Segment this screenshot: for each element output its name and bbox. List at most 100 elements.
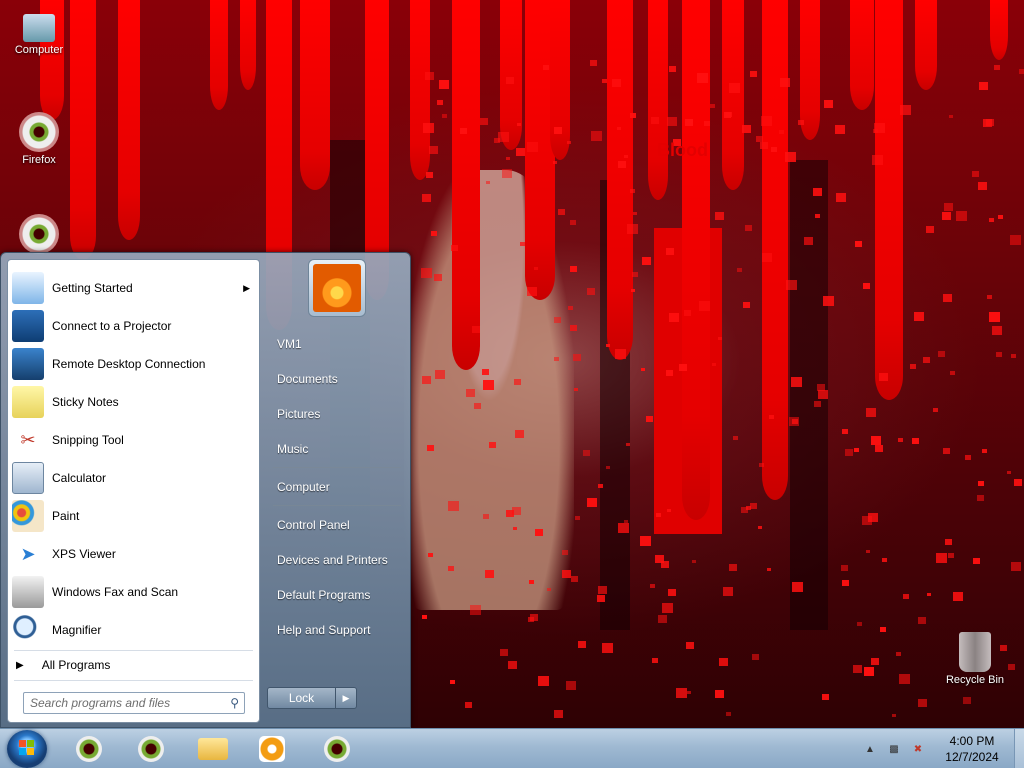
taskbar: ▲ ▩ ✖ 4:00 PM 12/7/2024 — [0, 728, 1024, 768]
clock-time: 4:00 PM — [949, 734, 995, 748]
taskbar-item-media-player[interactable] — [254, 733, 290, 765]
program-magnifier[interactable]: Magnifier — [12, 612, 256, 648]
desktop-icon-eye[interactable] — [2, 214, 76, 256]
blood-speck — [424, 71, 434, 80]
blood-speck — [657, 615, 667, 624]
volume-muted-icon[interactable]: ✖ — [909, 740, 927, 758]
blood-speck — [482, 379, 494, 390]
link-default-programs[interactable]: Default Programs — [277, 588, 370, 602]
blood-speck — [750, 503, 758, 510]
program-remote-desktop[interactable]: Remote Desktop Connection — [12, 346, 256, 382]
blood-speck — [526, 142, 538, 153]
program-calculator[interactable]: Calculator — [12, 460, 256, 496]
blood-speck — [709, 103, 715, 108]
program-fax-scan[interactable]: Windows Fax and Scan — [12, 574, 256, 610]
program-label: Getting Started — [52, 281, 133, 295]
blood-speck — [704, 121, 711, 127]
blood-drip — [500, 0, 522, 150]
taskbar-item-eye-1[interactable] — [71, 733, 107, 765]
blood-speck — [479, 118, 488, 126]
blood-speck — [577, 640, 586, 648]
blood-speck — [421, 194, 431, 203]
blood-speck — [471, 326, 480, 334]
blood-speck — [964, 455, 971, 461]
blood-speck — [759, 463, 765, 468]
clock[interactable]: 4:00 PM 12/7/2024 — [930, 733, 1014, 765]
blood-drip — [875, 0, 903, 400]
blood-speck — [717, 336, 722, 340]
blood-speck — [534, 528, 543, 536]
blood-speck — [651, 657, 658, 663]
link-user-folder[interactable]: VM1 — [277, 337, 302, 351]
blood-speck — [778, 129, 784, 134]
show-desktop-button[interactable] — [1014, 729, 1024, 768]
blood-speck — [570, 575, 578, 582]
blood-speck — [465, 702, 473, 708]
link-control-panel[interactable]: Control Panel — [277, 518, 350, 532]
user-picture-frame[interactable] — [308, 259, 366, 317]
link-music[interactable]: Music — [277, 442, 308, 456]
blood-drip — [550, 0, 570, 160]
blood-speck — [606, 343, 611, 347]
shutdown-options-arrow-icon[interactable]: ▶ — [336, 688, 356, 708]
blood-speck — [1011, 354, 1017, 359]
network-icon[interactable]: ▩ — [885, 740, 903, 758]
blood-speck — [953, 592, 964, 602]
blood-speck — [427, 552, 433, 557]
taskbar-item-eye-2[interactable] — [133, 733, 169, 765]
program-label: Connect to a Projector — [52, 319, 172, 333]
desktop-icon-label: Recycle Bin — [945, 674, 1005, 686]
start-button[interactable] — [7, 730, 47, 768]
desktop-icon-recycle-bin[interactable]: Recycle Bin — [938, 632, 1012, 686]
taskbar-item-explorer[interactable] — [195, 733, 231, 765]
blood-speck — [630, 189, 636, 194]
blood-drip — [915, 0, 937, 90]
blood-speck — [813, 401, 821, 408]
blood-speck — [516, 148, 526, 157]
blood-speck — [426, 444, 434, 451]
blood-speck — [497, 131, 509, 142]
blood-speck — [814, 213, 820, 218]
blood-speck — [817, 389, 828, 399]
blood-speck — [853, 664, 863, 673]
blood-speck — [630, 112, 637, 118]
blood-speck — [1019, 69, 1024, 75]
program-xps-viewer[interactable]: ➤ XPS Viewer — [12, 536, 256, 572]
program-snipping-tool[interactable]: ✂ Snipping Tool — [12, 422, 256, 458]
program-sticky-notes[interactable]: Sticky Notes — [12, 384, 256, 420]
blood-speck — [993, 64, 1000, 70]
blood-speck — [574, 515, 580, 520]
blood-speck — [900, 105, 912, 116]
desktop-icon-firefox[interactable]: Firefox — [2, 112, 76, 166]
fax-scan-icon — [12, 576, 44, 608]
taskbar-item-eye-3[interactable] — [319, 733, 355, 765]
link-help-support[interactable]: Help and Support — [277, 623, 370, 637]
show-hidden-icons-icon[interactable]: ▲ — [861, 740, 879, 758]
program-getting-started[interactable]: Getting Started ▶ — [12, 270, 256, 306]
blood-speck — [944, 203, 954, 212]
blood-speck — [723, 586, 734, 596]
search-icon[interactable]: ⚲ — [230, 696, 239, 710]
blood-speck — [758, 525, 763, 529]
all-programs-button[interactable]: ▶ All Programs — [16, 654, 110, 676]
blood-speck — [448, 500, 460, 511]
link-pictures[interactable]: Pictures — [277, 407, 320, 421]
blood-speck — [752, 654, 759, 661]
link-devices-printers[interactable]: Devices and Printers — [277, 553, 388, 567]
program-label: Remote Desktop Connection — [52, 357, 206, 371]
xps-viewer-icon: ➤ — [20, 543, 36, 564]
program-paint[interactable]: Paint — [12, 498, 256, 534]
blood-speck — [528, 580, 534, 585]
desktop-icon-computer[interactable]: Computer — [2, 8, 76, 56]
blood-speck — [421, 376, 431, 385]
blood-drip — [300, 0, 330, 190]
program-connect-projector[interactable]: Connect to a Projector — [12, 308, 256, 344]
link-documents[interactable]: Documents — [277, 372, 338, 386]
blood-drip — [850, 0, 874, 110]
blood-speck — [733, 435, 739, 440]
lock-button-label[interactable]: Lock — [268, 688, 336, 708]
link-computer[interactable]: Computer — [277, 480, 330, 494]
calculator-icon — [12, 462, 44, 494]
blood-speck — [749, 71, 757, 78]
search-input[interactable]: Search programs and files ⚲ — [23, 692, 245, 714]
